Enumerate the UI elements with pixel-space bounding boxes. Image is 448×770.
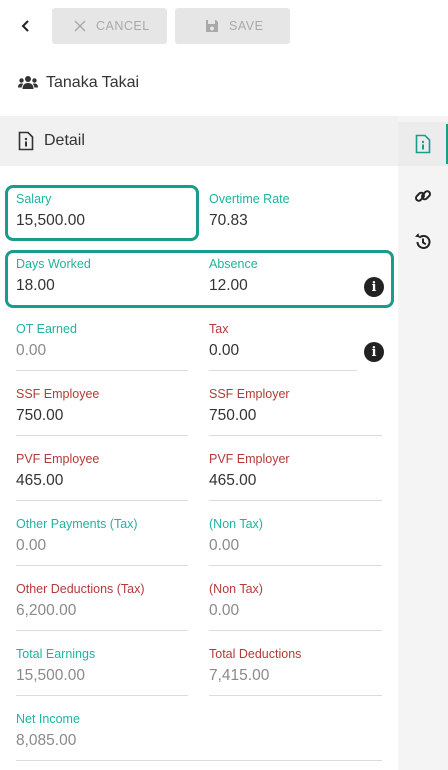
- other-deductions-non-tax-field[interactable]: (Non Tax) 0.00: [209, 582, 382, 642]
- back-button[interactable]: [14, 14, 38, 38]
- side-rail: [398, 116, 448, 770]
- other-payments-tax-value: 0.00: [16, 537, 47, 554]
- other-deductions-non-tax-underline: [209, 630, 382, 631]
- toolbar: CANCEL SAVE: [0, 0, 448, 52]
- other-deductions-tax-field[interactable]: Other Deductions (Tax) 6,200.00: [16, 582, 188, 642]
- cancel-button[interactable]: CANCEL: [52, 8, 167, 44]
- close-icon: [74, 20, 86, 32]
- days-worked-value: 18.00: [16, 277, 55, 294]
- pvf-employee-label: PVF Employee: [16, 452, 100, 466]
- overtime-rate-field[interactable]: Overtime Rate 70.83: [209, 192, 382, 252]
- salary-field[interactable]: Salary 15,500.00: [16, 192, 186, 252]
- total-earnings-label: Total Earnings: [16, 647, 96, 661]
- ssf-employee-underline: [16, 435, 188, 436]
- users-icon: [18, 76, 38, 89]
- tax-field[interactable]: Tax 0.00: [209, 322, 357, 382]
- ssf-employee-label: SSF Employee: [16, 387, 100, 401]
- other-deductions-tax-value: 6,200.00: [16, 602, 77, 619]
- ssf-employer-label: SSF Employer: [209, 387, 290, 401]
- days-worked-field[interactable]: Days Worked 18.00: [16, 257, 186, 317]
- ssf-employee-value: 750.00: [16, 407, 64, 424]
- tax-value: 0.00: [209, 342, 240, 359]
- ssf-employer-field[interactable]: SSF Employer 750.00: [209, 387, 382, 447]
- total-earnings-field[interactable]: Total Earnings 15,500.00: [16, 647, 188, 707]
- tax-info-icon[interactable]: i: [364, 342, 384, 362]
- floppy-disk-icon: [206, 20, 218, 32]
- ot-earned-field[interactable]: OT Earned 0.00: [16, 322, 188, 382]
- pvf-employer-value: 465.00: [209, 472, 257, 489]
- absence-field[interactable]: Absence 12.00: [209, 257, 349, 317]
- ssf-employee-field[interactable]: SSF Employee 750.00: [16, 387, 188, 447]
- cancel-label: CANCEL: [96, 19, 150, 33]
- tax-underline: [209, 370, 357, 371]
- tax-label: Tax: [209, 322, 229, 336]
- other-payments-non-tax-value: 0.00: [209, 537, 240, 554]
- ot-earned-underline: [16, 370, 188, 371]
- user-row: Tanaka Takai: [18, 70, 139, 96]
- rail-item-history[interactable]: [398, 220, 448, 264]
- info-document-icon: [415, 134, 431, 154]
- total-earnings-underline: [16, 695, 188, 696]
- total-earnings-value: 15,500.00: [16, 667, 85, 684]
- other-deductions-non-tax-label: (Non Tax): [209, 582, 263, 596]
- absence-label: Absence: [209, 257, 258, 271]
- other-payments-tax-label: Other Payments (Tax): [16, 517, 138, 531]
- rail-item-detail[interactable]: [398, 122, 448, 166]
- chevron-left-icon: [21, 20, 29, 32]
- ssf-employer-value: 750.00: [209, 407, 257, 424]
- salary-value: 15,500.00: [16, 212, 85, 229]
- other-deductions-non-tax-value: 0.00: [209, 602, 240, 619]
- user-name: Tanaka Takai: [46, 74, 140, 91]
- other-payments-non-tax-label: (Non Tax): [209, 517, 263, 531]
- pvf-employee-value: 465.00: [16, 472, 64, 489]
- pvf-employer-label: PVF Employer: [209, 452, 290, 466]
- detail-section-header: Detail: [0, 116, 398, 166]
- total-deductions-label: Total Deductions: [209, 647, 302, 661]
- days-worked-label: Days Worked: [16, 257, 91, 271]
- pvf-employer-field[interactable]: PVF Employer 465.00: [209, 452, 382, 512]
- save-label: SAVE: [229, 19, 264, 33]
- other-payments-tax-field[interactable]: Other Payments (Tax) 0.00: [16, 517, 188, 577]
- other-payments-non-tax-underline: [209, 565, 382, 566]
- other-payments-tax-underline: [16, 565, 188, 566]
- total-deductions-value: 7,415.00: [209, 667, 270, 684]
- ssf-employer-underline: [209, 435, 382, 436]
- net-income-field[interactable]: Net Income 8,085.00: [16, 712, 382, 770]
- pvf-employer-underline: [209, 500, 382, 501]
- net-income-value: 8,085.00: [16, 732, 77, 749]
- ot-earned-value: 0.00: [16, 342, 47, 359]
- pvf-employee-field[interactable]: PVF Employee 465.00: [16, 452, 188, 512]
- other-payments-non-tax-field[interactable]: (Non Tax) 0.00: [209, 517, 382, 577]
- overtime-rate-value: 70.83: [209, 212, 248, 229]
- history-icon: [415, 233, 431, 249]
- total-deductions-underline: [209, 695, 382, 696]
- rail-item-link[interactable]: [398, 174, 448, 218]
- section-title: Detail: [44, 132, 85, 149]
- other-deductions-tax-label: Other Deductions (Tax): [16, 582, 145, 596]
- absence-value: 12.00: [209, 277, 248, 294]
- absence-info-icon[interactable]: i: [364, 277, 384, 297]
- link-icon: [415, 190, 431, 202]
- overtime-rate-label: Overtime Rate: [209, 192, 290, 206]
- net-income-underline: [16, 760, 382, 761]
- other-deductions-tax-underline: [16, 630, 188, 631]
- salary-label: Salary: [16, 192, 52, 206]
- info-document-icon: [18, 131, 34, 151]
- pvf-employee-underline: [16, 500, 188, 501]
- save-button[interactable]: SAVE: [175, 8, 290, 44]
- total-deductions-field[interactable]: Total Deductions 7,415.00: [209, 647, 382, 707]
- net-income-label: Net Income: [16, 712, 80, 726]
- ot-earned-label: OT Earned: [16, 322, 77, 336]
